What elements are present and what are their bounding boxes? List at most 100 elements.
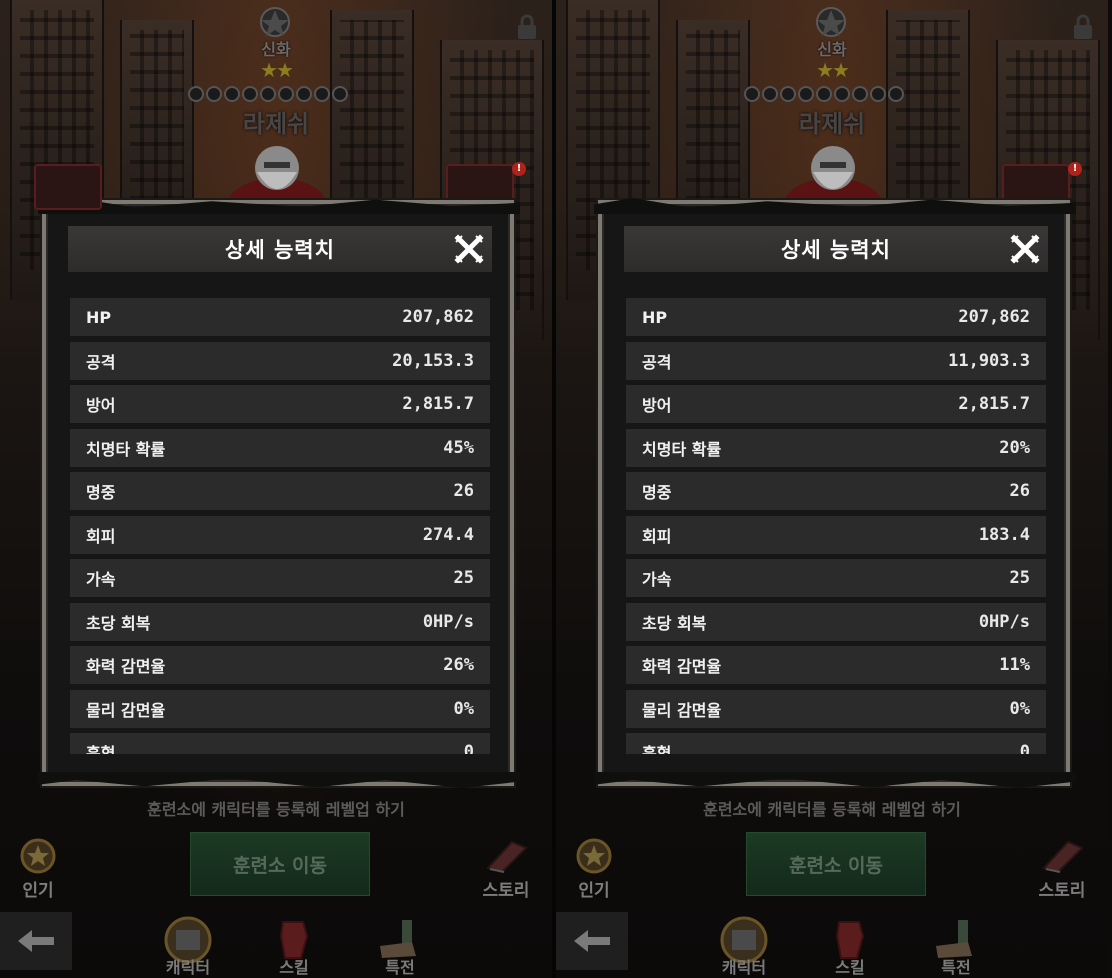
stat-list[interactable]: HP 207,862 공격 11,903.3 방어 2,815.7 치명타 확률…: [626, 298, 1046, 754]
stat-row: HP 207,862: [70, 298, 490, 336]
stat-row: 회피 183.4: [626, 515, 1046, 554]
upgrade-gem-row: [188, 86, 348, 102]
tab-skill[interactable]: 스킬: [812, 914, 888, 978]
stat-name: 치명타 확률: [642, 439, 722, 459]
stat-name: 물리 감면율: [642, 700, 722, 720]
stat-row: 화력 감면율 11%: [626, 646, 1046, 684]
lock-icon[interactable]: [512, 12, 542, 42]
book-icon: [486, 840, 528, 874]
stat-row: 물리 감면율 0%: [70, 689, 490, 728]
go-to-training-button[interactable]: 훈련소 이동: [746, 832, 926, 896]
story-label: 스토리: [1038, 881, 1086, 901]
side-card-left[interactable]: [34, 164, 102, 210]
stat-name: 화력 감면율: [86, 657, 166, 676]
popular-button[interactable]: 인기: [574, 838, 614, 901]
stat-value: 207,862: [958, 307, 1030, 327]
detail-stats-modal: 상세 능력치 HP 207,862 공격 20,153.3 방어 2,815.7: [42, 200, 514, 786]
stat-value: 0%: [1009, 698, 1030, 719]
stat-name: 공격: [86, 352, 116, 372]
tab-character[interactable]: 캐릭터: [150, 914, 226, 978]
detail-stats-modal: 상세 능력치 HP 207,862 공격 11,903.3 방어 2,815.7: [598, 200, 1070, 786]
stat-value: 0%: [453, 698, 474, 719]
gem-slot: [780, 86, 796, 102]
gem-slot: [834, 86, 850, 102]
stat-name: 회피: [642, 526, 672, 546]
alert-badge: !: [512, 162, 526, 176]
stat-value: 25: [453, 568, 474, 588]
stat-row: 명중 26: [70, 472, 490, 510]
gem-slot: [762, 86, 778, 102]
gem-slot: [296, 86, 312, 102]
stat-value: 11%: [999, 655, 1030, 675]
gem-slot: [744, 86, 760, 102]
tab-character-label: 캐릭터: [721, 958, 767, 977]
go-to-training-label: 훈련소 이동: [788, 854, 883, 877]
stat-value: 0HP/s: [422, 611, 474, 632]
rank-emblem-icon: [816, 7, 846, 37]
tab-skill[interactable]: 스킬: [256, 914, 332, 978]
stat-row: 방어 2,815.7: [626, 385, 1046, 423]
tab-skill-label: 스킬: [279, 958, 309, 977]
book-icon: [1042, 840, 1084, 874]
tab-skill-label: 스킬: [835, 958, 865, 977]
lock-icon[interactable]: [1068, 12, 1098, 42]
gem-slot: [888, 86, 904, 102]
stat-row: 치명타 확률 20%: [626, 428, 1046, 467]
stat-name: 초당 회복: [86, 613, 151, 633]
back-button[interactable]: [0, 912, 72, 970]
close-icon[interactable]: [452, 232, 486, 266]
stat-name: 가속: [86, 570, 116, 589]
stat-name: 방어: [642, 396, 672, 415]
screen-left: 신화 ★★ 라제쉬 ! 상세 능력치 HP 207,862 공격 20,153.…: [0, 0, 552, 978]
story-button[interactable]: 스토리: [1038, 838, 1086, 901]
stat-row: 물리 감면율 0%: [626, 689, 1046, 728]
gem-slot: [816, 86, 832, 102]
modal-header: 상세 능력치: [68, 226, 492, 272]
gem-slot: [224, 86, 240, 102]
tab-perk[interactable]: 특전: [362, 914, 438, 978]
stat-row: 가속 25: [626, 559, 1046, 597]
tab-perk[interactable]: 특전: [918, 914, 994, 978]
go-to-training-label: 훈련소 이동: [232, 854, 327, 877]
stat-row: 공격 20,153.3: [70, 341, 490, 380]
stat-name: 흡혈: [86, 744, 116, 754]
stat-value: 0HP/s: [978, 611, 1030, 632]
popular-label: 인기: [578, 881, 610, 901]
arrow-left-icon: [18, 930, 54, 952]
back-button[interactable]: [556, 912, 628, 970]
upgrade-gem-row: [744, 86, 904, 102]
stat-value: 183.4: [978, 524, 1030, 545]
stat-row: 명중 26: [626, 472, 1046, 510]
stat-name: 화력 감면율: [642, 657, 722, 676]
stat-name: 명중: [642, 483, 672, 502]
stat-value: 0: [463, 742, 474, 754]
stat-value: 0: [1019, 742, 1030, 754]
stat-row: 회피 274.4: [70, 515, 490, 554]
tab-character[interactable]: 캐릭터: [706, 914, 782, 978]
stat-row: 공격 11,903.3: [626, 341, 1046, 380]
popular-button[interactable]: 인기: [18, 838, 58, 901]
screen-right: 신화 ★★ 라제쉬 ! 상세 능력치 HP 207,862 공격 11,903.…: [556, 0, 1108, 978]
gem-slot: [798, 86, 814, 102]
stat-row: 방어 2,815.7: [70, 385, 490, 423]
story-label: 스토리: [482, 881, 530, 901]
stat-value: 20,153.3: [392, 350, 474, 371]
stat-value: 25: [1009, 568, 1030, 588]
star-rating: ★★: [260, 58, 294, 82]
character-portrait: [227, 146, 327, 206]
gem-slot: [188, 86, 204, 102]
star-rating: ★★: [816, 58, 850, 82]
stat-list[interactable]: HP 207,862 공격 20,153.3 방어 2,815.7 치명타 확률…: [70, 298, 490, 754]
rank-label: 신화: [817, 40, 847, 59]
go-to-training-button[interactable]: 훈련소 이동: [190, 832, 370, 896]
modal-title: 상세 능력치: [781, 238, 891, 262]
stat-name: HP: [86, 307, 112, 327]
story-button[interactable]: 스토리: [482, 838, 530, 901]
training-hint: 훈련소에 캐릭터를 등록해 레벨업 하기: [147, 800, 405, 819]
rank-emblem-icon: [260, 7, 290, 37]
stat-name: 물리 감면율: [86, 700, 166, 720]
stat-name: 치명타 확률: [86, 439, 166, 459]
stat-name: 흡혈: [642, 744, 672, 754]
stat-row: 치명타 확률 45%: [70, 428, 490, 467]
close-icon[interactable]: [1008, 232, 1042, 266]
